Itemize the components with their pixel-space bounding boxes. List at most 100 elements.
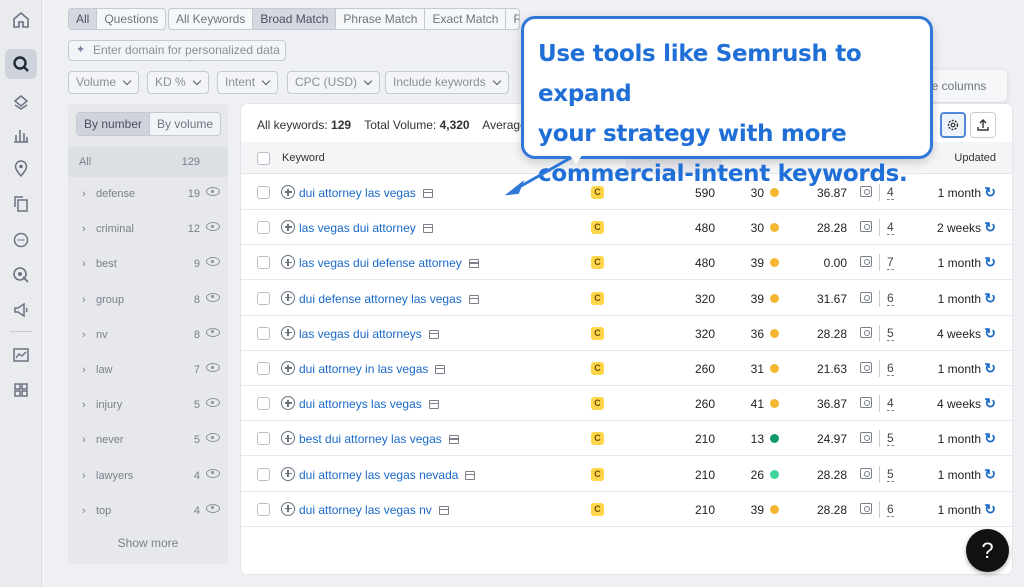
include-keywords-dropdown[interactable]: Include keywords <box>385 71 509 94</box>
target-icon[interactable] <box>10 264 32 286</box>
keyword-link[interactable]: las vegas dui attorneys <box>299 327 439 341</box>
tab-broad-match[interactable]: Broad Match <box>253 9 337 29</box>
serp-preview-icon[interactable] <box>422 224 433 234</box>
eye-icon[interactable] <box>206 398 220 408</box>
serp-preview-icon[interactable] <box>468 294 479 304</box>
eye-icon[interactable] <box>206 503 220 513</box>
add-to-list-icon[interactable] <box>281 361 295 375</box>
eye-icon[interactable] <box>206 363 220 372</box>
refresh-icon[interactable]: ↻ <box>984 501 996 518</box>
add-to-list-icon[interactable] <box>281 220 295 235</box>
grid-icon[interactable] <box>10 379 32 401</box>
group-item[interactable]: › top 4 <box>68 494 228 529</box>
by-volume-button[interactable]: By volume <box>150 113 221 135</box>
help-button[interactable]: ? <box>966 529 1009 572</box>
refresh-icon[interactable]: ↻ <box>984 466 996 483</box>
serp-preview-icon[interactable] <box>448 435 459 445</box>
eye-icon[interactable] <box>206 327 220 337</box>
serp-features-icon[interactable] <box>860 326 872 338</box>
results-count[interactable]: 7 <box>887 256 894 271</box>
chat-icon[interactable] <box>10 229 32 251</box>
group-item[interactable]: › best 9 <box>68 247 228 282</box>
row-checkbox[interactable] <box>257 502 270 516</box>
row-checkbox[interactable] <box>257 256 270 270</box>
col-keyword[interactable]: Keyword <box>282 152 325 164</box>
refresh-icon[interactable]: ↻ <box>984 219 996 236</box>
keyword-link[interactable]: dui attorney in las vegas <box>299 362 446 376</box>
row-checkbox[interactable] <box>257 186 270 199</box>
eye-icon[interactable] <box>206 187 220 196</box>
serp-features-icon[interactable] <box>860 291 872 303</box>
add-to-list-icon[interactable] <box>281 396 295 411</box>
intent-dropdown[interactable]: Intent <box>217 71 279 94</box>
serp-preview-icon[interactable] <box>428 400 439 410</box>
eye-icon[interactable] <box>206 433 220 443</box>
results-count[interactable]: 5 <box>887 467 894 482</box>
serp-preview-icon[interactable] <box>468 259 479 269</box>
tab-all[interactable]: All <box>69 9 98 29</box>
results-count[interactable]: 6 <box>887 362 894 376</box>
serp-features-icon[interactable] <box>860 362 872 373</box>
results-count[interactable]: 5 <box>887 432 894 447</box>
keyword-magic-icon[interactable] <box>5 49 37 79</box>
results-count[interactable]: 6 <box>887 502 894 517</box>
add-to-list-icon[interactable] <box>281 466 295 481</box>
tab-all-keywords[interactable]: All Keywords <box>169 9 254 29</box>
serp-features-icon[interactable] <box>860 256 872 268</box>
row-checkbox[interactable] <box>257 221 270 235</box>
show-more-link[interactable]: Show more <box>68 536 228 550</box>
location-icon[interactable] <box>10 158 32 180</box>
keyword-link[interactable]: dui attorney las vegas nv <box>299 503 449 517</box>
group-item[interactable]: › law 7 <box>68 353 228 388</box>
results-count[interactable]: 6 <box>887 291 894 306</box>
refresh-icon[interactable]: ↻ <box>984 360 996 377</box>
cpc-dropdown[interactable]: CPC (USD) <box>287 71 380 94</box>
export-button[interactable] <box>970 112 996 138</box>
eye-icon[interactable] <box>206 468 220 478</box>
group-item[interactable]: › nv 8 <box>68 318 228 353</box>
col-updated[interactable]: Updated <box>954 152 996 164</box>
group-item[interactable]: › injury 5 <box>68 388 228 423</box>
serp-preview-icon[interactable] <box>435 365 446 374</box>
keyword-link[interactable]: dui attorney las vegas nevada <box>299 468 476 482</box>
serp-features-icon[interactable] <box>860 467 872 479</box>
tab-exact-match[interactable]: Exact Match <box>425 9 507 29</box>
add-to-list-icon[interactable] <box>281 290 295 305</box>
serp-features-icon[interactable] <box>860 397 872 409</box>
eye-icon[interactable] <box>206 257 220 267</box>
serp-features-icon[interactable] <box>860 432 872 444</box>
keyword-link[interactable]: best dui attorney las vegas <box>299 432 459 446</box>
home-icon[interactable] <box>10 9 32 31</box>
tab-phrase-match[interactable]: Phrase Match <box>336 9 426 29</box>
tab-questions[interactable]: Questions <box>97 9 165 29</box>
serp-features-icon[interactable] <box>860 221 872 233</box>
refresh-icon[interactable]: ↻ <box>984 254 996 271</box>
group-item[interactable]: › lawyers 4 <box>68 459 228 494</box>
refresh-icon[interactable]: ↻ <box>984 184 996 201</box>
keyword-link[interactable]: dui attorney las vegas <box>299 186 433 200</box>
serp-preview-icon[interactable] <box>465 470 476 480</box>
eye-icon[interactable] <box>206 292 220 302</box>
results-count[interactable]: 4 <box>887 221 894 236</box>
results-count[interactable]: 5 <box>887 326 894 341</box>
eye-icon[interactable] <box>206 222 220 232</box>
by-number-button[interactable]: By number <box>77 113 151 135</box>
serp-preview-icon[interactable] <box>438 505 449 515</box>
row-checkbox[interactable] <box>257 326 270 340</box>
row-checkbox[interactable] <box>257 432 270 446</box>
group-item[interactable]: › criminal 12 <box>68 212 228 247</box>
megaphone-icon[interactable] <box>10 299 32 321</box>
copy-icon[interactable] <box>10 193 32 215</box>
add-to-list-icon[interactable] <box>281 255 295 270</box>
row-checkbox[interactable] <box>257 362 270 375</box>
add-to-list-icon[interactable] <box>281 431 295 446</box>
row-checkbox[interactable] <box>257 397 270 411</box>
add-to-list-icon[interactable] <box>281 185 295 199</box>
settings-button[interactable] <box>940 112 966 138</box>
add-to-list-icon[interactable] <box>281 501 295 516</box>
serp-features-icon[interactable] <box>860 502 872 514</box>
select-all-checkbox[interactable] <box>257 152 270 165</box>
refresh-icon[interactable]: ↻ <box>984 395 996 412</box>
refresh-icon[interactable]: ↻ <box>984 290 996 307</box>
domain-input[interactable]: ✦ Enter domain for personalized data <box>68 40 286 61</box>
